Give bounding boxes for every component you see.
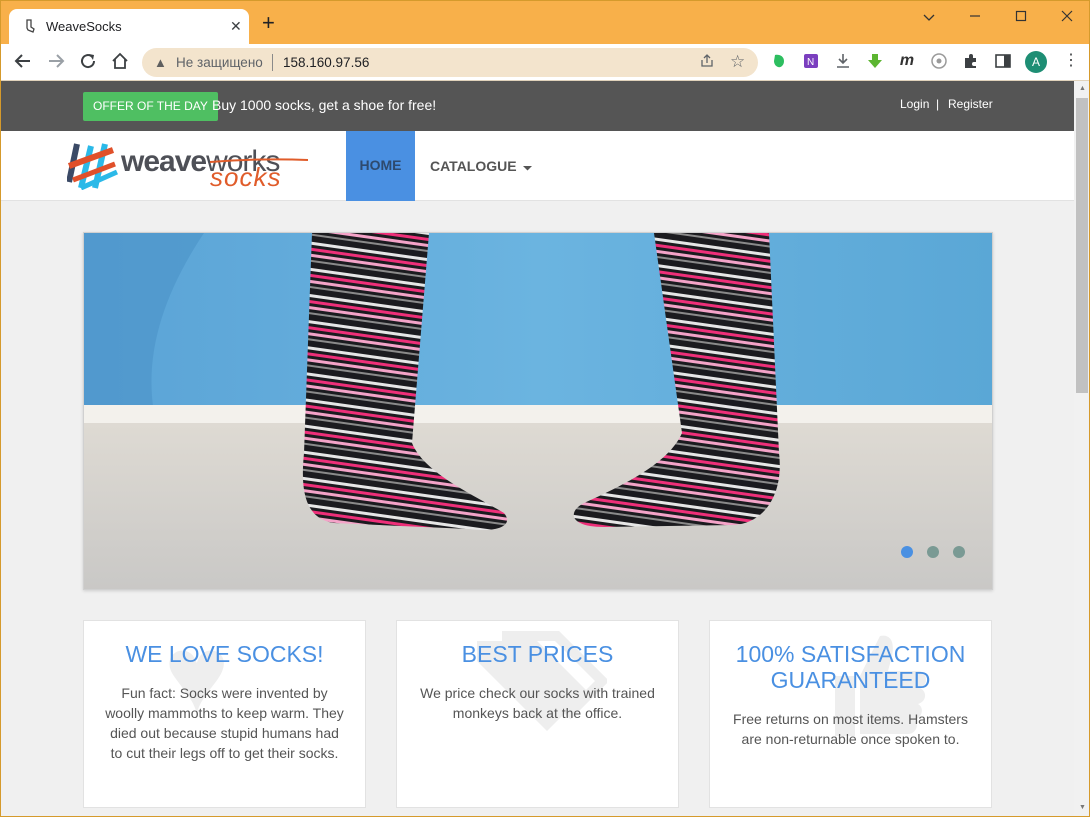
register-link[interactable]: Register [948, 97, 993, 111]
svg-text:N: N [807, 57, 814, 68]
forward-icon[interactable] [45, 52, 67, 74]
back-icon[interactable] [12, 52, 34, 74]
feature-text: Fun fact: Socks were invented by woolly … [105, 685, 344, 761]
tab-search-icon[interactable] [917, 7, 941, 27]
onenote-extension-icon[interactable]: N [802, 52, 820, 70]
login-register-separator: | [936, 97, 940, 111]
profile-avatar[interactable]: A [1025, 51, 1047, 73]
download-icon[interactable] [834, 52, 852, 70]
caret-down-icon [523, 166, 533, 171]
feature-text: Free returns on most items. Hamsters are… [733, 711, 968, 747]
evernote-extension-icon[interactable] [770, 52, 788, 70]
scroll-down-arrow-icon[interactable]: ▼ [1079, 804, 1086, 811]
m-extension-icon[interactable]: m [898, 52, 916, 70]
scroll-thumb[interactable] [1076, 98, 1088, 393]
feature-title: WE LOVE SOCKS! [125, 641, 324, 667]
nav-home[interactable]: HOME [346, 131, 415, 201]
offer-text: Buy 1000 socks, get a shoe for free! [212, 97, 437, 113]
extensions-puzzle-icon[interactable] [962, 52, 980, 70]
nav-catalogue[interactable]: CATALOGUE [430, 158, 533, 174]
tab-close-icon[interactable]: ✕ [230, 18, 242, 34]
offer-of-the-day-button[interactable]: OFFER OF THE DAY [83, 92, 218, 121]
weaveworks-socks-logo[interactable]: weaveworks socks [67, 140, 308, 192]
feature-card-best-prices: BEST PRICES We price check our socks wit… [396, 620, 679, 808]
feature-text: We price check our socks with trained mo… [420, 685, 655, 721]
login-link[interactable]: Login [900, 97, 929, 111]
feature-title: 100% SATISFACTION GUARANTEED [735, 641, 966, 693]
browser-window: WeaveSocks ✕ + ▲ Не защищено 158.160.97.… [0, 0, 1090, 817]
logo-socks-text: socks [210, 162, 282, 192]
browser-tab[interactable]: WeaveSocks ✕ [9, 9, 249, 44]
tab-title: WeaveSocks [46, 19, 122, 34]
green-download-extension-icon[interactable] [866, 52, 884, 70]
gear-extension-icon[interactable] [930, 52, 948, 70]
address-divider [272, 54, 273, 71]
minimize-icon[interactable] [963, 7, 987, 27]
carousel-dot-2[interactable] [927, 546, 939, 558]
carousel-dot-3[interactable] [953, 546, 965, 558]
sock-favicon-icon [26, 19, 35, 33]
nav-catalogue-label: CATALOGUE [430, 158, 517, 174]
feature-card-satisfaction: 100% SATISFACTION GUARANTEED Free return… [709, 620, 992, 808]
close-window-icon[interactable] [1055, 7, 1079, 27]
browser-toolbar: ▲ Не защищено 158.160.97.56 ☆ N m [1, 44, 1089, 81]
maximize-icon[interactable] [1009, 7, 1033, 27]
feature-card-love-socks: ♥ WE LOVE SOCKS! Fun fact: Socks were in… [83, 620, 366, 808]
title-bar: WeaveSocks ✕ + [1, 1, 1089, 44]
offer-bar: OFFER OF THE DAY Buy 1000 socks, get a s… [1, 81, 1074, 131]
address-bar[interactable]: ▲ Не защищено 158.160.97.56 ☆ [142, 48, 758, 77]
main-navbar: weaveworks socks HOME CATALOGUE [1, 131, 1074, 201]
url-text[interactable]: 158.160.97.56 [283, 55, 369, 70]
reload-icon[interactable] [77, 52, 99, 74]
home-icon[interactable] [109, 52, 131, 74]
share-icon[interactable] [700, 54, 714, 71]
feature-title: BEST PRICES [461, 641, 614, 667]
side-panel-icon[interactable] [994, 52, 1012, 70]
weaveworks-logo-icon [67, 143, 119, 190]
browser-menu-icon[interactable]: ⋮ [1063, 50, 1079, 72]
security-label[interactable]: Не защищено [176, 55, 263, 70]
bookmark-star-icon[interactable]: ☆ [730, 52, 745, 72]
new-tab-button[interactable]: + [262, 12, 275, 34]
scroll-up-arrow-icon[interactable]: ▲ [1079, 85, 1086, 92]
carousel-dot-1[interactable] [901, 546, 913, 558]
socks-hero-image [84, 233, 992, 589]
page-content: OFFER OF THE DAY Buy 1000 socks, get a s… [1, 81, 1074, 816]
warning-icon[interactable]: ▲ [154, 55, 167, 70]
hero-carousel[interactable] [83, 232, 993, 590]
